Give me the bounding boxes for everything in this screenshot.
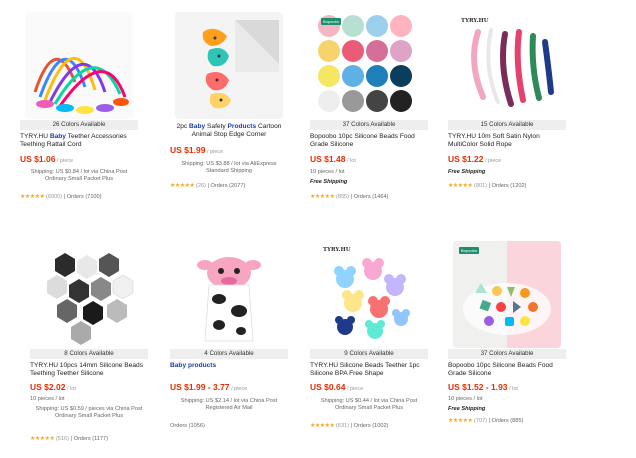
colors-available: 26 Colors Available	[20, 120, 138, 130]
rating-line: ★★★★★ (707) | Orders (885)	[448, 418, 524, 424]
colors-available: 8 Colors Available	[30, 349, 148, 359]
lot-size: 10 pieces / lot	[30, 396, 65, 402]
price-line: US $1.22 / piece	[448, 154, 566, 165]
star-rating-icon: ★★★★★	[448, 183, 473, 189]
product-card[interactable]: TYRY.HU 9 Colors Available TYRY.HU Silic…	[310, 236, 428, 456]
brand-logo: TYRY.HU	[461, 18, 489, 24]
rating-line: ★★★★★ (631) | Orders (1002)	[310, 423, 389, 429]
free-shipping: Free Shipping	[448, 406, 486, 412]
brand-logo: Bopoobo	[459, 247, 480, 254]
rating-line: ★★★★★ (801) | Orders (1202)	[448, 183, 527, 189]
orders: Orders (1056)	[170, 423, 205, 429]
product-image[interactable]	[175, 241, 283, 348]
price-unit: / lot	[345, 158, 356, 164]
price: US $1.06	[20, 154, 56, 164]
product-card[interactable]: 4 Colors Available Baby products US $1.9…	[170, 236, 288, 456]
price-line: US $2.02 / lot	[30, 382, 148, 393]
colors-available: 37 Colors Available	[310, 120, 428, 130]
product-title[interactable]: TYRY.HU Baby Teether Accessories Teethin…	[20, 133, 138, 149]
product-card[interactable]: 8 Colors Available TYRY.HU 10pcs 14mm Si…	[30, 236, 148, 456]
product-title[interactable]: 2pc Baby Safety Products Cartoon Animal …	[170, 123, 288, 139]
brand-logo: Bopoobo	[321, 18, 342, 25]
price: US $1.99	[170, 145, 206, 155]
star-rating-icon: ★★★★★	[30, 436, 55, 442]
product-image[interactable]	[175, 12, 283, 119]
price-unit: / lot	[65, 386, 76, 392]
rating-line: ★★★★★ (26) | Orders (2077)	[170, 183, 246, 189]
product-title[interactable]: Baby products	[170, 362, 288, 370]
product-image[interactable]: TYRY.HU	[315, 241, 423, 348]
product-image[interactable]: Bopoobo	[315, 12, 423, 119]
product-grid: 26 Colors Available TYRY.HU Baby Teether…	[0, 0, 636, 458]
star-rating-icon: ★★★★★	[310, 423, 335, 429]
price-unit: / piece	[229, 386, 248, 392]
price: US $0.64	[310, 382, 346, 392]
colors-available: 15 Colors Available	[448, 120, 566, 130]
rating-line: ★★★★★ (6000) | Orders (7100)	[20, 194, 102, 200]
star-rating-icon: ★★★★★	[170, 183, 195, 189]
colors-available: 37 Colors Available	[448, 349, 566, 359]
product-card[interactable]: 2pc Baby Safety Products Cartoon Animal …	[170, 7, 288, 207]
price-unit: / piece	[483, 158, 502, 164]
colors-available: 4 Colors Available	[170, 349, 288, 359]
price-line: US $1.99 / piece	[170, 145, 288, 156]
product-card[interactable]: 26 Colors Available TYRY.HU Baby Teether…	[20, 7, 138, 207]
product-title[interactable]: TYRY.HU 10m Soft Satin Nylon MultiColor …	[448, 133, 566, 149]
star-rating-icon: ★★★★★	[448, 418, 473, 424]
shipping-info: Shipping: US $0.44 / lot via China Post …	[320, 398, 418, 411]
price-line: US $0.64 / piece	[310, 382, 428, 393]
price-unit: / lot	[507, 386, 518, 392]
price: US $1.99 - 3.77	[170, 382, 230, 392]
price: US $1.48	[310, 154, 346, 164]
shipping-info: Shipping: US $0.84 / lot via China Post …	[30, 169, 128, 182]
colors-available: 9 Colors Available	[310, 349, 428, 359]
product-title[interactable]: Bopoobo 10pc Silicone Beads Food Grade S…	[448, 362, 566, 378]
product-title[interactable]: TYRY.HU Silicone Beads Teether 1pc Silic…	[310, 362, 428, 378]
star-rating-icon: ★★★★★	[310, 194, 335, 200]
price-line: US $1.48 / lot	[310, 154, 428, 165]
price-unit: / piece	[345, 386, 364, 392]
product-image[interactable]	[25, 12, 133, 119]
star-rating-icon: ★★★★★	[20, 194, 45, 200]
product-title[interactable]: Bopoobo 10pc Silicone Beads Food Grade S…	[310, 133, 428, 149]
price: US $1.22	[448, 154, 484, 164]
price-line: US $1.06 / piece	[20, 154, 138, 165]
price-unit: / piece	[55, 158, 74, 164]
product-image[interactable]: TYRY.HU	[453, 12, 561, 119]
price-line: US $1.52 - 1.93 / lot	[448, 382, 566, 393]
brand-logo: TYRY.HU	[323, 247, 351, 253]
product-image[interactable]: Bopoobo	[453, 241, 561, 348]
rating-line: ★★★★★ (516) | Orders (1177)	[30, 436, 108, 442]
product-card[interactable]: Bopoobo 37 Colors Available Bopoobo 10pc…	[310, 7, 428, 207]
product-card[interactable]: Bopoobo 37 Colors Available Bopoobo 10pc…	[448, 236, 566, 456]
free-shipping: Free Shipping	[310, 179, 348, 185]
price: US $1.52 - 1.93	[448, 382, 508, 392]
shipping-info: Shipping: US $0.59 / pieces via China Po…	[35, 406, 143, 419]
shipping-info: Shipping: US $2.14 / lot via China Post …	[180, 398, 278, 411]
product-card[interactable]: TYRY.HU 15 Colors Available TYRY.HU 10m …	[448, 7, 566, 207]
price-unit: / piece	[205, 149, 224, 155]
free-shipping: Free Shipping	[448, 169, 486, 175]
lot-size: 10 pieces / lot	[310, 169, 345, 175]
product-title[interactable]: TYRY.HU 10pcs 14mm Silicone Beads Teethi…	[30, 362, 148, 378]
price: US $2.02	[30, 382, 66, 392]
lot-size: 10 pieces / lot	[448, 396, 483, 402]
shipping-info: Shipping: US $3.88 / lot via AliExpress …	[181, 161, 277, 174]
rating-line: ★★★★★ (855) | Orders (1464)	[310, 194, 389, 200]
product-image[interactable]	[35, 241, 143, 348]
price-line: US $1.99 - 3.77 / piece	[170, 382, 288, 393]
